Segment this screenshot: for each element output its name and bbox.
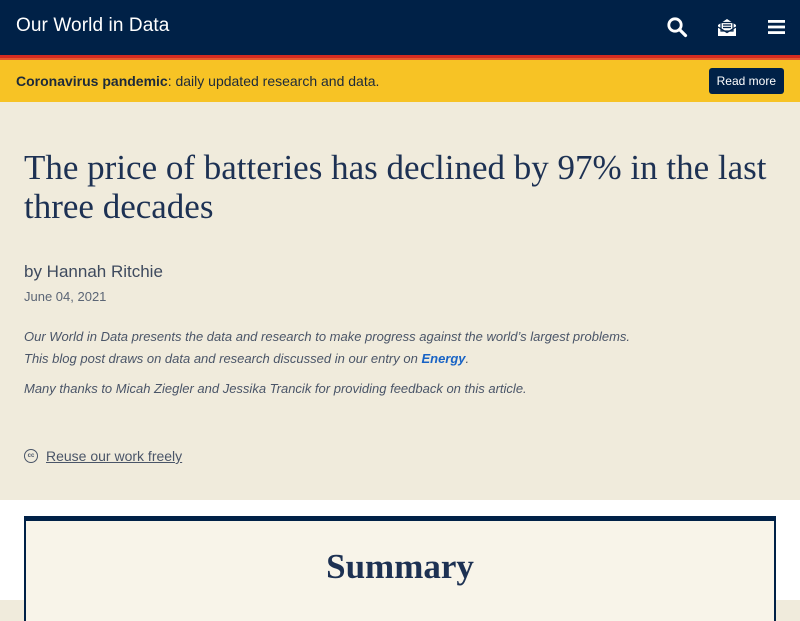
article-date: June 04, 2021	[24, 289, 107, 304]
alert-banner: Coronavirus pandemic: daily updated rese…	[0, 60, 800, 102]
creative-commons-icon: cc	[24, 449, 38, 463]
article-title: The price of batteries has declined by 9…	[24, 148, 767, 226]
site-header: Our World in Data	[0, 0, 800, 55]
intro-line-2: This blog post draws on data and researc…	[24, 348, 724, 370]
banner-bold-text[interactable]: Coronavirus pandemic	[16, 73, 168, 89]
energy-entry-link[interactable]: Energy	[421, 351, 465, 366]
reuse-work-link[interactable]: Reuse our work freely	[46, 448, 182, 464]
intro-line-1: Our World in Data presents the data and …	[24, 329, 631, 344]
summary-box: Summary	[24, 516, 776, 621]
read-more-button[interactable]: Read more	[708, 68, 784, 94]
acknowledgements: Many thanks to Micah Ziegler and Jessika…	[24, 381, 527, 396]
article-byline: by Hannah Ritchie	[24, 262, 163, 281]
site-logo[interactable]: Our World in Data	[16, 15, 169, 37]
subscribe-icon[interactable]	[716, 16, 738, 38]
intro-line-2-suffix: .	[465, 351, 470, 366]
banner-text-rest: : daily updated research and data.	[167, 73, 380, 89]
menu-icon[interactable]	[766, 16, 788, 38]
summary-heading: Summary	[326, 547, 474, 586]
reuse-work-link-row[interactable]: cc Reuse our work freely	[24, 448, 182, 464]
intro-line-2-prefix: This blog post draws on data and researc…	[24, 351, 422, 366]
banner-text: Coronavirus pandemic: daily updated rese…	[16, 73, 379, 89]
search-icon[interactable]	[666, 16, 688, 38]
article-intro: Our World in Data presents the data and …	[24, 326, 724, 400]
